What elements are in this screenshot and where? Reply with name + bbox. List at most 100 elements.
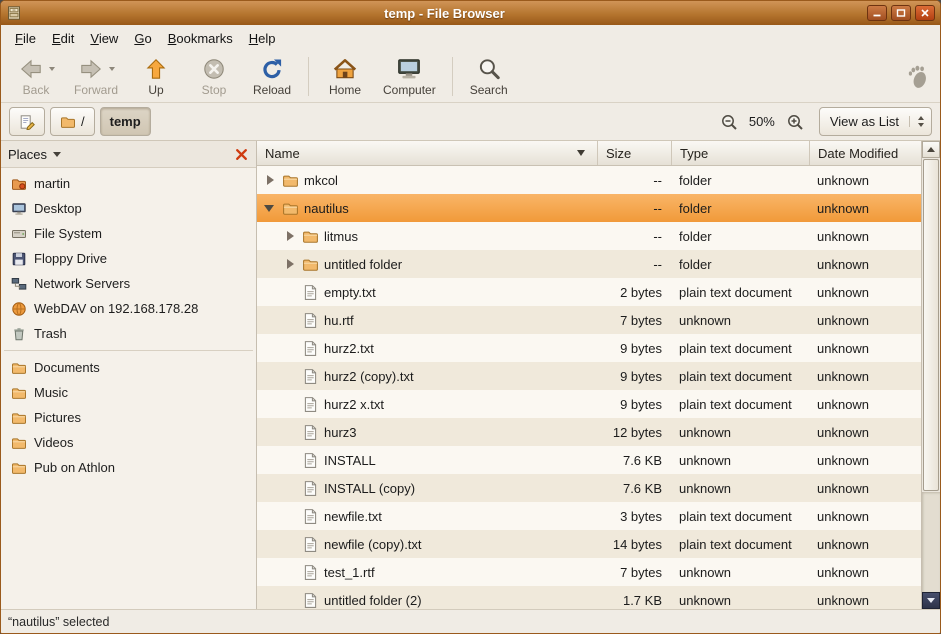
sidebar-item-desktop[interactable]: Desktop [1,196,256,221]
expander-collapsed-icon[interactable] [283,229,297,243]
file-row-empty-txt[interactable]: empty.txt2 bytesplain text documentunkno… [257,278,921,306]
sidebar-item-music[interactable]: Music [1,380,256,405]
sidebar-item-documents[interactable]: Documents [1,355,256,380]
vertical-scrollbar[interactable] [921,141,940,609]
expander-expanded-icon[interactable] [263,201,277,215]
file-size: 2 bytes [597,278,671,306]
places-dropdown[interactable]: Places [8,147,61,162]
scroll-up-button[interactable] [922,141,940,158]
file-row-newfile-txt[interactable]: newfile.txt3 bytesplain text documentunk… [257,502,921,530]
column-header-label: Date Modified [818,146,898,161]
file-row-litmus[interactable]: litmus--folderunknown [257,222,921,250]
file-row-hurz2-x-txt[interactable]: hurz2 x.txt9 bytesplain text documentunk… [257,390,921,418]
sidebar-item-file-system[interactable]: File System [1,221,256,246]
file-name: newfile.txt [324,509,382,524]
expander-collapsed-icon[interactable] [263,173,277,187]
sidebar-item-label: Documents [34,360,100,375]
search-button[interactable]: Search [460,52,518,101]
file-date-modified: unknown [809,530,921,558]
expander-collapsed-icon[interactable] [283,257,297,271]
sidebar-item-floppy-drive[interactable]: Floppy Drive [1,246,256,271]
file-row-untitled-folder-2[interactable]: untitled folder (2)1.7 KBunknownunknown [257,586,921,609]
reload-button[interactable]: Reload [243,52,301,101]
file-row-hurz3[interactable]: hurz312 bytesunknownunknown [257,418,921,446]
file-row-install-copy[interactable]: INSTALL (copy)7.6 KBunknownunknown [257,474,921,502]
home-button[interactable]: Home [316,52,374,101]
sidebar-item-pictures[interactable]: Pictures [1,405,256,430]
toolbar-button-label: Forward [74,83,118,97]
scrollbar-thumb[interactable] [923,159,939,491]
menu-help[interactable]: Help [241,28,284,49]
sidebar-item-pub-on-athlon[interactable]: Pub on Athlon [1,455,256,480]
menu-bookmarks[interactable]: Bookmarks [160,28,241,49]
column-header-label: Size [606,146,631,161]
file-row-newfile-copy-txt[interactable]: newfile (copy).txt14 bytesplain text doc… [257,530,921,558]
column-header-type[interactable]: Type [671,141,809,165]
file-row-hurz2-copy-txt[interactable]: hurz2 (copy).txt9 bytesplain text docume… [257,362,921,390]
expander-spacer [283,453,297,467]
column-headers: Name Size Type Date Modified [257,141,921,166]
folder-icon [302,256,319,273]
stop-button[interactable]: Stop [185,52,243,101]
file-row-nautilus[interactable]: nautilus--folderunknown [257,194,921,222]
zoom-out-icon[interactable] [720,113,738,131]
toolbar-button-label: Back [23,83,50,97]
menu-view[interactable]: View [82,28,126,49]
file-type: unknown [671,558,809,586]
forward-dropdown-caret-icon[interactable] [109,67,115,71]
file-name: untitled folder [324,257,402,272]
file-size: 12 bytes [597,418,671,446]
back-dropdown-caret-icon[interactable] [49,67,55,71]
menu-file[interactable]: File [7,28,44,49]
title-bar[interactable]: temp - File Browser [1,1,940,25]
sidebar-item-videos[interactable]: Videos [1,430,256,455]
view-mode-select[interactable]: View as List [819,107,932,136]
main-area: Places martinDesktopFile System Floppy Dr… [1,141,940,609]
toolbar-button-label: Stop [202,83,227,97]
menu-go[interactable]: Go [126,28,159,49]
sidebar-item-trash[interactable]: Trash [1,321,256,346]
scroll-down-button[interactable] [922,592,940,609]
sidebar-item-label: Network Servers [34,276,130,291]
file-type: plain text document [671,278,809,306]
sidebar-item-martin[interactable]: martin [1,171,256,196]
maximize-button[interactable] [891,5,911,21]
file-row-untitled-folder[interactable]: untitled folder--folderunknown [257,250,921,278]
column-header-size[interactable]: Size [597,141,671,165]
file-row-hu-rtf[interactable]: hu.rtf7 bytesunknownunknown [257,306,921,334]
toolbar-button-label: Computer [383,83,436,97]
column-header-name[interactable]: Name [257,141,597,165]
menu-edit[interactable]: Edit [44,28,82,49]
back-button[interactable]: Back [7,52,65,101]
file-date-modified: unknown [809,474,921,502]
toggle-location-entry-button[interactable] [9,107,45,136]
sidebar-item-webdav-on-192-168-178-28[interactable]: WebDAV on 192.168.178.28 [1,296,256,321]
minimize-button[interactable] [867,5,887,21]
expander-spacer [283,285,297,299]
file-row-test-1-rtf[interactable]: test_1.rtf7 bytesunknownunknown [257,558,921,586]
computer-button[interactable]: Computer [374,52,445,101]
file-row-mkcol[interactable]: mkcol--folderunknown [257,166,921,194]
path-button-temp[interactable]: temp [100,107,151,136]
sidebar-close-icon[interactable] [234,147,249,162]
scrollbar-trough[interactable] [922,492,940,592]
file-row-install[interactable]: INSTALL7.6 KBunknownunknown [257,446,921,474]
file-size: 3 bytes [597,502,671,530]
column-header-date-modified[interactable]: Date Modified [809,141,921,165]
file-row-hurz2-txt[interactable]: hurz2.txt9 bytesplain text documentunkno… [257,334,921,362]
close-button[interactable] [915,5,935,21]
zoom-in-icon[interactable] [786,113,804,131]
text-icon [302,312,319,329]
forward-icon [78,56,104,82]
file-size: 9 bytes [597,390,671,418]
forward-button[interactable]: Forward [65,52,127,101]
file-size: 9 bytes [597,334,671,362]
file-date-modified: unknown [809,446,921,474]
file-list-pane: Name Size Type Date Modified mkcol--folderu… [257,141,940,609]
file-type: plain text document [671,334,809,362]
path-button-root[interactable]: / [50,107,95,136]
file-type: folder [671,194,809,222]
sidebar-item-network-servers[interactable]: Network Servers [1,271,256,296]
up-button[interactable]: Up [127,52,185,101]
sidebar-item-label: Floppy Drive [34,251,107,266]
